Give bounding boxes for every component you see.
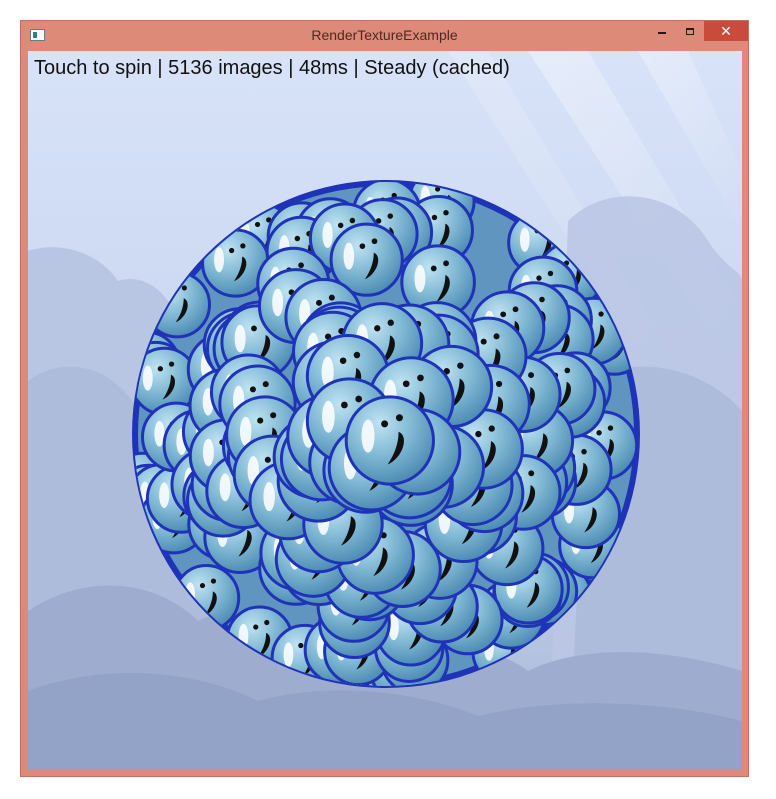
title-bar[interactable]: RenderTextureExample ✕ <box>21 21 748 50</box>
maximize-button[interactable] <box>677 21 703 41</box>
bubble-sprite <box>344 395 435 486</box>
maximize-icon <box>686 27 694 35</box>
close-icon: ✕ <box>720 22 732 39</box>
minimize-button[interactable] <box>649 21 675 41</box>
minimize-icon <box>658 32 666 34</box>
status-text: Touch to spin | 5136 images | 48ms | Ste… <box>34 57 510 79</box>
close-button[interactable]: ✕ <box>704 21 748 41</box>
app-window: RenderTextureExample ✕ Touch to spin | 5… <box>20 20 749 777</box>
window-title: RenderTextureExample <box>311 27 458 43</box>
render-canvas[interactable]: Touch to spin | 5136 images | 48ms | Ste… <box>28 51 742 770</box>
scene <box>28 51 742 770</box>
